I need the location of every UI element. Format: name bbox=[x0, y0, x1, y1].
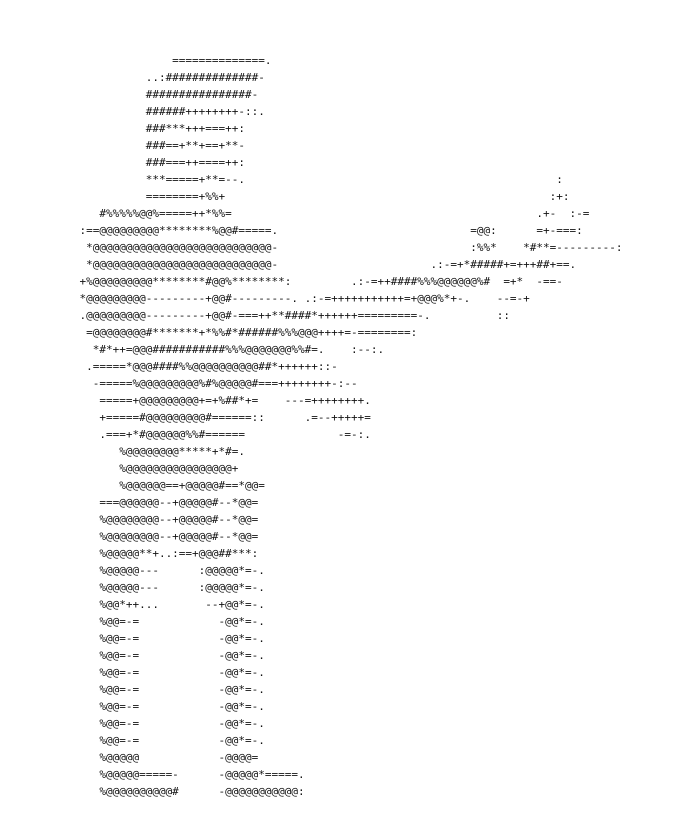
art-line: %@@@@@@@@--+@@@@@#--*@@= bbox=[0, 513, 259, 526]
art-line: %@@@@@--- :@@@@@*=-. bbox=[0, 581, 265, 594]
art-line: %@@=-= -@@*=-. bbox=[0, 734, 265, 747]
art-line: ###***+++===++: bbox=[0, 122, 246, 135]
art-line: %@@@@@@@@@@@@@@@@+ bbox=[0, 462, 239, 475]
art-line: *@@@@@@@@@@@@@@@@@@@@@@@@@@@- :%%* *#**=… bbox=[0, 241, 623, 254]
art-line: ######++++++++-::. bbox=[0, 105, 265, 118]
art-line: *@@@@@@@@@@@@@@@@@@@@@@@@@@@- .:-=+*####… bbox=[0, 258, 577, 271]
art-line: ===@@@@@@--+@@@@@#--*@@= bbox=[0, 496, 259, 509]
art-line: %@@=-= -@@*=-. bbox=[0, 666, 265, 679]
art-line: -=====%@@@@@@@@@%#%@@@@@#===++++++++-:-- bbox=[0, 377, 358, 390]
art-line: %@@@@@ -@@@@= bbox=[0, 751, 259, 764]
art-line: .@@@@@@@@@---------+@@#-===++**####*++++… bbox=[0, 309, 510, 322]
art-line: +=====#@@@@@@@@@#======:: .=--+++++= bbox=[0, 411, 371, 424]
art-line: %@@=-= -@@*=-. bbox=[0, 717, 265, 730]
art-line: #%%%%%@@%=====++*%%= .+- :-= bbox=[0, 207, 590, 220]
art-line: .===+*#@@@@@@%%#====== -=-:. bbox=[0, 428, 371, 441]
art-line: =====+@@@@@@@@@+=+%##*+= ---=++++++++. bbox=[0, 394, 371, 407]
art-line: *#*++=@@@###########%%%@@@@@@@%%#=. :--:… bbox=[0, 343, 385, 356]
art-line: %@@@@@=====- -@@@@@*=====. bbox=[0, 768, 305, 781]
art-line: %@@=-= -@@*=-. bbox=[0, 700, 265, 713]
art-line: %@@=-= -@@*=-. bbox=[0, 683, 265, 696]
art-line: *@@@@@@@@@---------+@@#---------. .:-=++… bbox=[0, 292, 530, 305]
art-line: =@@@@@@@@#*******+*%%#*######%%%@@@++++=… bbox=[0, 326, 418, 339]
art-line: %@@@@@**+..:==+@@@##***: bbox=[0, 547, 259, 560]
art-line: ***=====+**=--. : bbox=[0, 173, 563, 186]
art-line: .=====*@@@####%%@@@@@@@@@@##*++++++::- bbox=[0, 360, 338, 373]
art-line: ###==+**+==+**- bbox=[0, 139, 246, 152]
art-line: %@@@@@@@@*****+*#=. bbox=[0, 445, 246, 458]
art-line: %@@@@@--- :@@@@@*=-. bbox=[0, 564, 265, 577]
ascii-art-canvas: ==============. ..:##############- #####… bbox=[0, 0, 693, 816]
art-line: %@@=-= -@@*=-. bbox=[0, 632, 265, 645]
art-line: ################- bbox=[0, 88, 259, 101]
art-line: %@@*++... --+@@*=-. bbox=[0, 598, 265, 611]
art-line: +%@@@@@@@@@********#@@%********: .:-=++#… bbox=[0, 275, 563, 288]
art-line: %@@=-= -@@*=-. bbox=[0, 615, 265, 628]
art-line: ========+%%+ :+: bbox=[0, 190, 570, 203]
art-line: %@@@@@@@@@@# -@@@@@@@@@@@: bbox=[0, 785, 305, 798]
art-line: :==@@@@@@@@@********%@@#=====. =@@: =+-=… bbox=[0, 224, 583, 237]
art-line: ==============. bbox=[0, 54, 272, 67]
art-line: %@@=-= -@@*=-. bbox=[0, 649, 265, 662]
art-line: %@@@@@@==+@@@@@#==*@@= bbox=[0, 479, 265, 492]
art-line: ..:##############- bbox=[0, 71, 265, 84]
art-line: %@@@@@@@@--+@@@@@#--*@@= bbox=[0, 530, 259, 543]
art-line: ###===++====++: bbox=[0, 156, 246, 169]
